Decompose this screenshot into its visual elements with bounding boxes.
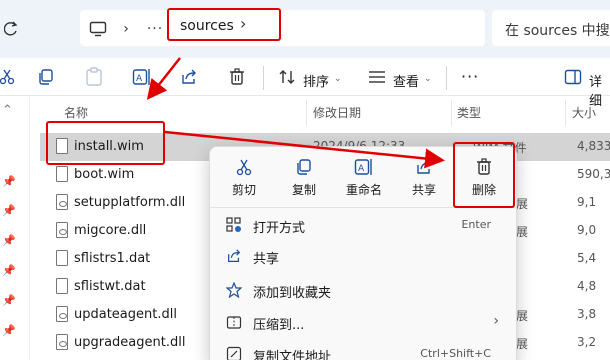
menu-item-label: 打开方式	[253, 221, 306, 236]
file-size: 9,0	[577, 223, 597, 237]
file-size: 590,3	[577, 167, 610, 181]
pin-icon: 📌	[2, 204, 16, 217]
computer-icon	[88, 14, 108, 44]
file-type: 展	[516, 337, 529, 351]
dll-file-icon	[56, 334, 68, 350]
address-box[interactable]	[80, 10, 485, 46]
copy-label: 复制	[291, 183, 316, 197]
svg-text:A: A	[358, 164, 365, 174]
menu-item-label: 添加到收藏夹	[253, 286, 332, 301]
share-icon	[225, 247, 243, 265]
copy-toolbar-icon[interactable]	[35, 66, 57, 88]
chevron-right-icon[interactable]: ›	[120, 14, 132, 44]
pin-icon: 📌	[2, 175, 16, 188]
column-header-date[interactable]: 修改日期	[313, 104, 361, 121]
file-type: 展	[516, 225, 529, 239]
menu-item-label: 复制文件地址	[253, 350, 332, 360]
submenu-chevron-icon: ›	[493, 313, 499, 329]
more-path-icon[interactable]: ···	[146, 14, 164, 44]
address-bar-row: › ··· sources › 在 sources 中搜	[0, 0, 610, 58]
column-header-name[interactable]: 名称	[64, 104, 88, 121]
rename-icon: A	[354, 157, 374, 177]
dll-file-icon	[56, 306, 68, 322]
search-placeholder[interactable]: 在 sources 中搜	[505, 20, 610, 40]
copy-icon	[294, 157, 314, 177]
view-icon[interactable]	[366, 66, 388, 88]
annotation-highlight-delete	[453, 142, 515, 208]
file-size: 4,833	[577, 139, 610, 153]
file-name[interactable]: sflistrs1.dat	[74, 251, 150, 266]
menu-item-compress[interactable]: 压缩到... ›	[209, 307, 517, 337]
compress-icon	[225, 313, 243, 331]
details-pane-icon[interactable]	[562, 66, 584, 88]
dll-file-icon	[56, 194, 68, 210]
column-divider[interactable]	[306, 100, 307, 126]
file-name[interactable]: boot.wim	[74, 167, 134, 182]
copy-button[interactable]: 复制	[274, 155, 334, 205]
more-options-icon[interactable]: ···	[461, 67, 479, 86]
file-icon	[56, 250, 68, 266]
cut-toolbar-icon[interactable]	[0, 66, 18, 88]
rename-button[interactable]: A 重命名	[334, 155, 394, 205]
menu-item-shortcut: Ctrl+Shift+C	[420, 347, 491, 360]
paste-toolbar-icon[interactable]	[83, 66, 105, 88]
annotation-highlight-path	[167, 8, 281, 41]
file-type: 展	[516, 197, 529, 211]
column-header-type[interactable]: 类型	[457, 104, 481, 121]
svg-text:A: A	[136, 74, 143, 84]
file-size: 9,1	[577, 195, 597, 209]
dll-file-icon	[56, 222, 68, 238]
sort-icon[interactable]	[276, 66, 298, 88]
menu-item-shortcut: Enter	[461, 218, 491, 231]
annotation-highlight-file	[46, 121, 165, 165]
file-icon	[56, 166, 68, 182]
toolbar-separator	[263, 66, 264, 90]
pin-icon: 📌	[2, 264, 16, 277]
share-icon	[414, 157, 434, 177]
column-divider[interactable]	[451, 100, 452, 126]
delete-toolbar-icon[interactable]	[226, 66, 248, 88]
sort-chevron-icon[interactable]: ⌄	[334, 74, 342, 84]
rename-toolbar-icon[interactable]: A	[131, 66, 153, 88]
file-name[interactable]: setupplatform.dll	[74, 195, 185, 210]
pin-icon: 📌	[2, 324, 16, 337]
file-name[interactable]: updateagent.dll	[74, 307, 177, 322]
sort-button[interactable]: 排序	[303, 71, 329, 90]
toolbar-separator	[446, 66, 447, 90]
menu-item-copy-path[interactable]: 复制文件地址 Ctrl+Shift+C	[209, 339, 517, 360]
file-name[interactable]: upgradeagent.dll	[74, 335, 185, 350]
menu-item-label: 压缩到...	[253, 318, 305, 333]
open-with-icon	[225, 216, 243, 234]
menu-item-open-with[interactable]: 打开方式 Enter	[209, 210, 517, 240]
refresh-icon[interactable]	[4, 14, 18, 44]
file-type: 展	[516, 309, 529, 323]
pin-icon: 📌	[2, 294, 16, 307]
navigation-pane: ⌃ 📌 📌 📌 📌 📌 📌	[0, 97, 30, 360]
view-chevron-icon[interactable]: ⌄	[424, 74, 432, 84]
share-label: 共享	[411, 183, 436, 197]
star-icon	[225, 281, 243, 299]
cut-label: 剪切	[231, 183, 256, 197]
file-name[interactable]: sflistwt.dat	[74, 279, 146, 294]
share-button[interactable]: 共享	[394, 155, 454, 205]
menu-item-label: 共享	[253, 252, 280, 267]
cut-button[interactable]: 剪切	[214, 155, 274, 205]
copy-path-icon	[225, 345, 243, 360]
file-size: 5,4	[577, 251, 597, 265]
rename-label: 重命名	[345, 183, 382, 197]
menu-item-share[interactable]: 共享	[209, 241, 517, 271]
file-size: 3,8	[577, 307, 597, 321]
cut-icon	[234, 157, 254, 177]
file-size: 3,2	[577, 335, 597, 349]
file-size: 4,8	[577, 279, 597, 293]
collapse-chevron-icon[interactable]: ⌃	[2, 103, 13, 118]
view-button[interactable]: 查看	[393, 71, 419, 90]
pin-icon: 📌	[2, 234, 16, 247]
menu-item-add-favorites[interactable]: 添加到收藏夹	[209, 275, 517, 305]
file-icon	[56, 278, 68, 294]
column-divider[interactable]	[565, 100, 566, 126]
file-name[interactable]: migcore.dll	[74, 223, 146, 238]
column-header-size[interactable]: 大小	[572, 104, 596, 121]
share-toolbar-icon[interactable]	[178, 66, 200, 88]
